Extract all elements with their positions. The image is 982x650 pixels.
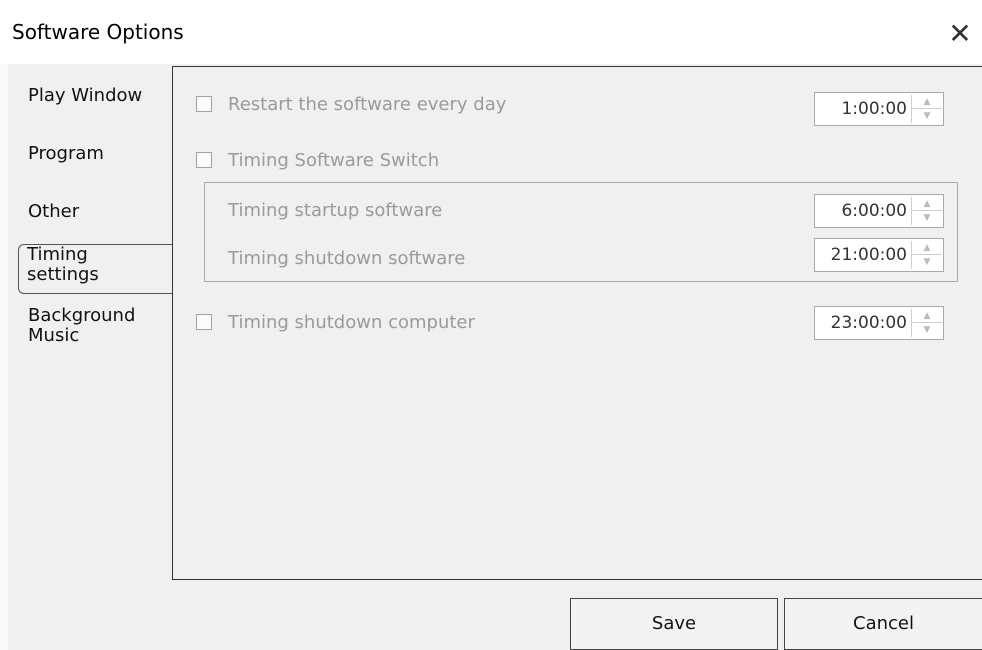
window-title: Software Options bbox=[12, 20, 184, 44]
tab-other[interactable]: Other bbox=[28, 202, 79, 222]
spin-up-icon[interactable]: ▲ bbox=[912, 309, 942, 323]
spin-down-icon[interactable]: ▼ bbox=[912, 109, 942, 123]
shutdown-software-label: Timing shutdown software bbox=[228, 248, 466, 269]
tab-program[interactable]: Program bbox=[28, 144, 104, 164]
timing-switch-label: Timing Software Switch bbox=[228, 150, 440, 171]
restart-daily-time-value: 1:00:00 bbox=[841, 99, 907, 119]
restart-daily-checkbox[interactable] bbox=[196, 96, 212, 112]
tab-play-window[interactable]: Play Window bbox=[28, 86, 142, 106]
startup-spinner[interactable]: ▲ ▼ bbox=[911, 197, 942, 225]
title-bar: Software Options ✕ bbox=[0, 0, 982, 64]
restart-daily-label: Restart the software every day bbox=[228, 94, 507, 115]
spin-up-icon[interactable]: ▲ bbox=[912, 197, 942, 211]
save-button[interactable]: Save bbox=[570, 598, 778, 650]
shutdown-computer-spinner[interactable]: ▲ ▼ bbox=[911, 309, 942, 337]
shutdown-computer-time-field[interactable]: 23:00:00 ▲ ▼ bbox=[814, 306, 944, 340]
startup-time-value: 6:00:00 bbox=[841, 201, 907, 221]
tab-timing-settings[interactable]: Timing settings bbox=[18, 244, 172, 294]
software-options-dialog: Software Options ✕ Play Window Program O… bbox=[0, 0, 982, 650]
spin-down-icon[interactable]: ▼ bbox=[912, 323, 942, 337]
shutdown-computer-checkbox[interactable] bbox=[196, 314, 212, 330]
shutdown-computer-label: Timing shutdown computer bbox=[228, 312, 475, 333]
cancel-button[interactable]: Cancel bbox=[784, 598, 982, 650]
shutdown-software-spinner[interactable]: ▲ ▼ bbox=[911, 241, 942, 269]
spin-up-icon[interactable]: ▲ bbox=[912, 241, 942, 255]
left-window-edge bbox=[0, 64, 8, 650]
timing-switch-checkbox[interactable] bbox=[196, 152, 212, 168]
startup-time-field[interactable]: 6:00:00 ▲ ▼ bbox=[814, 194, 944, 228]
spin-down-icon[interactable]: ▼ bbox=[912, 211, 942, 225]
shutdown-software-time-field[interactable]: 21:00:00 ▲ ▼ bbox=[814, 238, 944, 272]
startup-label: Timing startup software bbox=[228, 200, 443, 221]
restart-daily-time-field[interactable]: 1:00:00 ▲ ▼ bbox=[814, 92, 944, 126]
spin-down-icon[interactable]: ▼ bbox=[912, 255, 942, 269]
close-icon[interactable]: ✕ bbox=[940, 14, 980, 54]
shutdown-computer-time-value: 23:00:00 bbox=[830, 313, 907, 333]
spin-up-icon[interactable]: ▲ bbox=[912, 95, 942, 109]
shutdown-software-time-value: 21:00:00 bbox=[830, 245, 907, 265]
restart-daily-spinner[interactable]: ▲ ▼ bbox=[911, 95, 942, 123]
tab-background-music[interactable]: Background Music bbox=[28, 306, 135, 346]
